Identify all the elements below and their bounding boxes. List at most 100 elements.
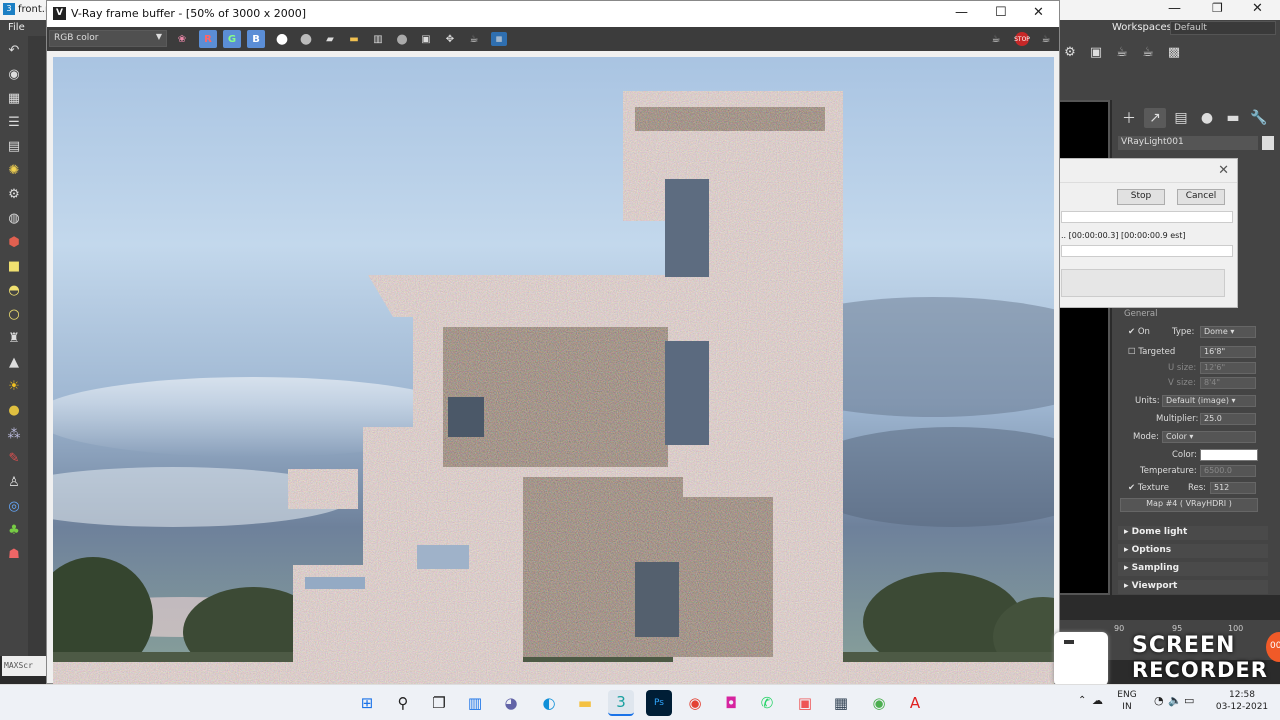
spotlight-icon[interactable]: ♜ xyxy=(4,328,24,348)
video-editor-icon[interactable]: ▦ xyxy=(828,690,854,716)
rollout-dome-light[interactable]: ▸ Dome light xyxy=(1118,526,1268,540)
whatsapp-icon[interactable]: ✆ xyxy=(754,690,780,716)
tool-icon[interactable]: ⚙ xyxy=(4,184,24,204)
region-icon[interactable]: ▣ xyxy=(417,30,435,48)
blue-channel-button[interactable]: B xyxy=(247,30,265,48)
3dsmax-taskbar-icon[interactable]: 3 xyxy=(608,690,634,716)
render-teapot-icon[interactable]: ☕ xyxy=(1112,42,1132,62)
motion-tab-icon[interactable]: ● xyxy=(1196,108,1218,128)
utilities-tab-icon[interactable]: 🔧 xyxy=(1248,108,1270,128)
wifi-icon[interactable]: ◔ xyxy=(1154,695,1164,707)
clipboard-icon[interactable]: ▥ xyxy=(369,30,387,48)
mode-select[interactable]: Color ▾ xyxy=(1162,431,1256,443)
chrome-profile-icon[interactable]: ◉ xyxy=(866,690,892,716)
cancel-button[interactable]: Cancel xyxy=(1177,189,1225,205)
max-close-button[interactable]: ✕ xyxy=(1252,1,1263,16)
create-tab-icon[interactable]: ＋ xyxy=(1118,108,1140,128)
temperature-field[interactable]: 6500.0 xyxy=(1200,465,1256,477)
render-icon[interactable]: ☕ xyxy=(1037,30,1055,48)
photoshop-icon[interactable]: Ps xyxy=(646,690,672,716)
doc-icon[interactable]: ▦ xyxy=(4,88,24,108)
dome-icon[interactable]: ◓ xyxy=(4,280,24,300)
max-menu-file[interactable]: File xyxy=(0,20,52,36)
vsize-field[interactable]: 8'4" xyxy=(1200,377,1256,389)
person-icon[interactable]: ☗ xyxy=(4,544,24,564)
edge-browser-icon[interactable]: ◐ xyxy=(536,690,562,716)
light-icon[interactable]: ✺ xyxy=(4,160,24,180)
modify-tab-icon[interactable]: ↗ xyxy=(1144,108,1166,128)
texture-checkbox[interactable]: ✔ Texture xyxy=(1128,482,1169,494)
max-restore-button[interactable]: ❐ xyxy=(1212,1,1223,15)
multiplier-field[interactable]: 25.0 xyxy=(1200,413,1256,425)
teapot-icon[interactable]: ☕ xyxy=(465,30,483,48)
red-channel-button[interactable]: R xyxy=(199,30,217,48)
sphere-icon[interactable]: ◍ xyxy=(4,208,24,228)
file-explorer-icon[interactable]: ▬ xyxy=(572,690,598,716)
widgets-icon[interactable]: ▥ xyxy=(462,690,488,716)
color-channels-icon[interactable]: ❀ xyxy=(173,30,191,48)
stop-button[interactable]: Stop xyxy=(1117,189,1165,205)
instagram-icon[interactable]: ◘ xyxy=(718,690,744,716)
units-select[interactable]: Default (image) ▾ xyxy=(1162,395,1256,407)
vfb-minimize-button[interactable]: — xyxy=(955,5,968,20)
globe-icon[interactable]: ◎ xyxy=(4,496,24,516)
recorder-app-icon[interactable]: ▣ xyxy=(792,690,818,716)
viewport-icon[interactable]: ◉ xyxy=(4,64,24,84)
rollout-sampling[interactable]: ▸ Sampling xyxy=(1118,562,1268,576)
object-name-field[interactable]: VRayLight001 xyxy=(1118,136,1258,150)
render-setup-icon[interactable]: ⚙ xyxy=(1060,42,1080,62)
alpha-white-icon[interactable]: ● xyxy=(273,30,291,48)
start-windows-icon[interactable]: ⊞ xyxy=(354,690,380,716)
usize-field[interactable]: 12'6" xyxy=(1200,362,1256,374)
list-icon[interactable]: ☰ xyxy=(4,112,24,132)
color-swatch[interactable] xyxy=(1200,449,1258,461)
grid-icon[interactable]: ▤ xyxy=(4,136,24,156)
channel-select[interactable]: RGB color ▼ xyxy=(49,30,167,47)
tray-chevron-icon[interactable]: ⌃ xyxy=(1078,695,1086,707)
clear-image-icon[interactable]: ● xyxy=(393,30,411,48)
save-icon[interactable]: ▰ xyxy=(321,30,339,48)
camera-icon[interactable]: ⬢ xyxy=(4,232,24,252)
sun-icon[interactable]: ☀ xyxy=(4,376,24,396)
targeted-field[interactable]: 16'8" xyxy=(1200,346,1256,358)
vfb-close-button[interactable]: ✕ xyxy=(1033,5,1044,20)
clock[interactable]: 12:58 03-12-2021 xyxy=(1212,689,1272,713)
object-color-swatch[interactable] xyxy=(1262,136,1274,150)
plant-icon[interactable]: ♣ xyxy=(4,520,24,540)
vfb-maximize-button[interactable]: ☐ xyxy=(995,5,1007,20)
on-checkbox[interactable]: ✔ On xyxy=(1128,326,1150,338)
bucket-icon[interactable]: ✥ xyxy=(441,30,459,48)
onedrive-icon[interactable]: ☁ xyxy=(1092,695,1103,707)
render-active-icon[interactable]: ☕ xyxy=(1138,42,1158,62)
maxscript-listener[interactable]: MAXScr xyxy=(2,656,48,676)
mono-icon[interactable]: ● xyxy=(297,30,315,48)
vfb-history-icon[interactable]: ▦ xyxy=(491,32,507,46)
box-icon[interactable]: ■ xyxy=(4,256,24,276)
rollout-viewport[interactable]: ▸ Viewport xyxy=(1118,580,1268,594)
hierarchy-tab-icon[interactable]: ▤ xyxy=(1170,108,1192,128)
display-tab-icon[interactable]: ▬ xyxy=(1222,108,1244,128)
type-select[interactable]: Dome ▾ xyxy=(1200,326,1256,338)
battery-icon[interactable]: ▭ xyxy=(1184,695,1194,707)
sticky-note-popup[interactable] xyxy=(1054,632,1108,686)
circle-icon[interactable]: ○ xyxy=(4,304,24,324)
language-indicator[interactable]: ENG IN xyxy=(1112,689,1142,713)
open-folder-icon[interactable]: ▬ xyxy=(345,30,363,48)
render-image[interactable] xyxy=(53,57,1054,684)
acrobat-icon[interactable]: A xyxy=(902,690,928,716)
particles-icon[interactable]: ⁂ xyxy=(4,424,24,444)
max-minimize-button[interactable]: — xyxy=(1168,1,1181,16)
undo-icon[interactable]: ↶ xyxy=(4,40,24,60)
paint-icon[interactable]: ✎ xyxy=(4,448,24,468)
cone-icon[interactable]: ▲ xyxy=(4,352,24,372)
volume-icon[interactable]: 🔈 xyxy=(1168,695,1182,707)
figure-icon[interactable]: ♙ xyxy=(4,472,24,492)
texture-map-button[interactable]: Map #4 ( VRayHDRI ) xyxy=(1120,498,1258,512)
workspaces-select[interactable]: Default xyxy=(1170,21,1276,35)
stop-render-icon[interactable]: STOP xyxy=(1014,32,1030,46)
general-rollout[interactable]: General xyxy=(1124,308,1158,320)
targeted-checkbox[interactable]: ☐ Targeted xyxy=(1128,346,1175,358)
green-channel-button[interactable]: G xyxy=(223,30,241,48)
rollout-options[interactable]: ▸ Options xyxy=(1118,544,1268,558)
disc-icon[interactable]: ● xyxy=(4,400,24,420)
